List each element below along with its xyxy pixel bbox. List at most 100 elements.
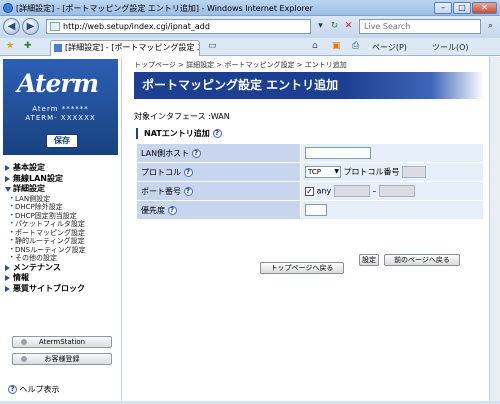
port-any-checkbox[interactable]: ✓	[305, 186, 314, 196]
maximize-button[interactable]: □	[453, 2, 471, 14]
sidebar-menu-item[interactable]: 静的ルーティング設定	[4, 237, 119, 246]
help-label: ヘルプ表示	[19, 385, 60, 394]
lan-host-label-cell: LAN側ホスト ?	[136, 143, 301, 163]
help-icon: ?	[8, 385, 17, 394]
sidebar-menu-item[interactable]: DHCP除外設定	[4, 203, 119, 212]
sidebar-menu-heading[interactable]: 情報	[4, 273, 119, 284]
protocol-label-cell: プロトコル ?	[136, 162, 301, 182]
top-page-button[interactable]: トップページへ戻る	[260, 262, 344, 274]
vertical-scrollbar[interactable]	[489, 57, 500, 401]
section-title-text: NATエントリ追加	[144, 129, 210, 138]
table-row: プロトコル ? TCP プロトコル番号	[136, 162, 484, 182]
register-icon	[21, 356, 27, 362]
table-row: 優先度 ?	[136, 200, 484, 220]
tab-command-bar: ★ ✚ [詳細設定] - [ポートマッピング設定 エントリ... ▭ ⌂ ▣ ⎙…	[0, 38, 500, 56]
priority-input[interactable]	[305, 204, 327, 216]
lan-host-value-cell	[300, 143, 484, 163]
page-icon	[50, 22, 60, 31]
back-page-button[interactable]: 前のページへ戻る	[384, 254, 460, 266]
forward-nav-button[interactable]: ▶	[22, 18, 39, 35]
window-title: [詳細設定] - [ポートマッピング設定 エントリ追加] - Windows I…	[16, 4, 313, 13]
interface-label: 対象インタフェース :WAN	[134, 112, 230, 121]
tools-menu[interactable]: ツール(O)	[432, 42, 469, 53]
close-window-button[interactable]: ✕	[472, 2, 497, 14]
help-link[interactable]: ? ヘルプ表示	[8, 384, 60, 395]
brand-panel: Aterm Aterm ****** ATERM- XXXXXX 保存	[3, 59, 118, 155]
aterm-station-label: AtermStation	[38, 338, 86, 346]
priority-value-cell	[300, 200, 484, 220]
stop-icon[interactable]: ✕	[342, 20, 355, 33]
home-icon[interactable]: ⌂	[312, 41, 318, 51]
priority-label: 優先度	[141, 205, 165, 215]
url-input[interactable]: http://web.setup/index.cgi/ipnat_add	[46, 19, 311, 34]
sidebar-menu-item[interactable]: LAN側設定	[4, 195, 119, 204]
save-button[interactable]: 保存	[46, 134, 78, 148]
register-button[interactable]: お客様登録	[12, 353, 112, 365]
nat-entry-table: LAN側ホスト ? プロトコル ? TCP プロトコル番号 ポート番号 ? ✓ …	[136, 143, 484, 220]
refresh-icon[interactable]: ↻	[328, 20, 341, 33]
help-icon[interactable]: ?	[183, 186, 193, 196]
help-icon[interactable]: ?	[167, 205, 177, 215]
dropdown-arrow-icon[interactable]: ▾	[314, 20, 327, 33]
port-label: ポート番号	[141, 186, 181, 196]
breadcrumb: トップページ > 詳細設定 > ポートマッピング設定 > エントリ追加	[134, 61, 347, 69]
station-icon	[21, 339, 27, 345]
sidebar-menu-heading[interactable]: 基本設定	[4, 163, 119, 174]
protocol-number-label: プロトコル番号	[343, 167, 400, 177]
new-tab-icon[interactable]: ▭	[208, 41, 217, 51]
page-title: ポートマッピング設定 エントリ追加	[134, 72, 484, 99]
protocol-value-cell: TCP プロトコル番号	[300, 162, 484, 182]
protocol-select[interactable]: TCP	[305, 166, 341, 178]
sidebar-menu-item[interactable]: その他の設定	[4, 254, 119, 263]
sidebar-menu-heading[interactable]: 詳細設定	[4, 184, 119, 195]
back-nav-button[interactable]: ◀	[3, 18, 20, 35]
protocol-number-input	[402, 166, 427, 178]
priority-label-cell: 優先度 ?	[136, 200, 301, 220]
help-icon[interactable]: ?	[183, 167, 193, 177]
port-any-label: any	[316, 186, 332, 196]
protocol-label: プロトコル	[141, 167, 181, 177]
lan-host-input[interactable]	[305, 147, 371, 159]
table-row: LAN側ホスト ?	[136, 143, 484, 163]
model-line-1: Aterm ******	[32, 105, 89, 113]
port-label-cell: ポート番号 ?	[136, 181, 301, 201]
search-icon[interactable]: ⌕	[484, 20, 497, 33]
page-viewport: Aterm Aterm ****** ATERM- XXXXXX 保存 基本設定…	[0, 57, 489, 401]
port-separator: –	[372, 186, 377, 196]
sidebar-menu-item[interactable]: パケットフィルタ設定	[4, 220, 119, 229]
print-icon[interactable]: ⎙	[352, 41, 359, 51]
port-value-cell: ✓ any –	[300, 181, 484, 201]
tab-current[interactable]: [詳細設定] - [ポートマッピング設定 エントリ...	[50, 40, 200, 56]
favorites-star-icon[interactable]: ★	[6, 41, 14, 51]
section-title: NATエントリ追加 ?	[136, 128, 222, 139]
search-input[interactable]: Live Search	[359, 19, 481, 34]
aterm-station-button[interactable]: AtermStation	[12, 336, 112, 348]
sidebar-menu-item[interactable]: DNSルーティング設定	[4, 246, 119, 255]
address-toolbar: ◀ ▶ http://web.setup/index.cgi/ipnat_add…	[0, 16, 500, 38]
help-icon[interactable]: ?	[191, 148, 201, 158]
main-panel: トップページ > 詳細設定 > ポートマッピング設定 > エントリ追加 ポートマ…	[130, 57, 486, 401]
model-name: Aterm ****** ATERM- XXXXXX	[3, 105, 118, 123]
rss-icon[interactable]: ▣	[332, 41, 341, 51]
help-icon[interactable]: ?	[212, 129, 222, 138]
sidebar-menu-heading[interactable]: 無線LAN設定	[4, 174, 119, 185]
set-button[interactable]: 設定	[359, 254, 379, 266]
register-label: お客様登録	[44, 355, 80, 363]
sidebar-menu-item[interactable]: DHCP固定割当設定	[4, 212, 119, 221]
url-text: http://web.setup/index.cgi/ipnat_add	[63, 22, 210, 31]
ie-logo-icon	[3, 3, 13, 13]
lan-host-label: LAN側ホスト	[141, 148, 190, 158]
table-row: ポート番号 ? ✓ any –	[136, 181, 484, 201]
aterm-logo: Aterm	[17, 69, 99, 98]
add-favorite-icon[interactable]: ✚	[24, 41, 32, 51]
page-menu[interactable]: ページ(P)	[372, 42, 407, 53]
port-end-input	[378, 185, 415, 197]
sidebar-menu: 基本設定無線LAN設定詳細設定LAN側設定DHCP除外設定DHCP固定割当設定パ…	[4, 163, 119, 294]
sidebar-menu-heading[interactable]: メンテナンス	[4, 263, 119, 274]
sidebar-menu-item[interactable]: ポートマッピング設定	[4, 229, 119, 238]
port-start-input	[333, 185, 370, 197]
sidebar-menu-heading[interactable]: 悪質サイトブロック	[4, 284, 119, 295]
window-titlebar: [詳細設定] - [ポートマッピング設定 エントリ追加] - Windows I…	[0, 0, 500, 16]
minimize-button[interactable]: –	[434, 2, 452, 14]
sidebar: Aterm Aterm ****** ATERM- XXXXXX 保存 基本設定…	[0, 57, 122, 401]
